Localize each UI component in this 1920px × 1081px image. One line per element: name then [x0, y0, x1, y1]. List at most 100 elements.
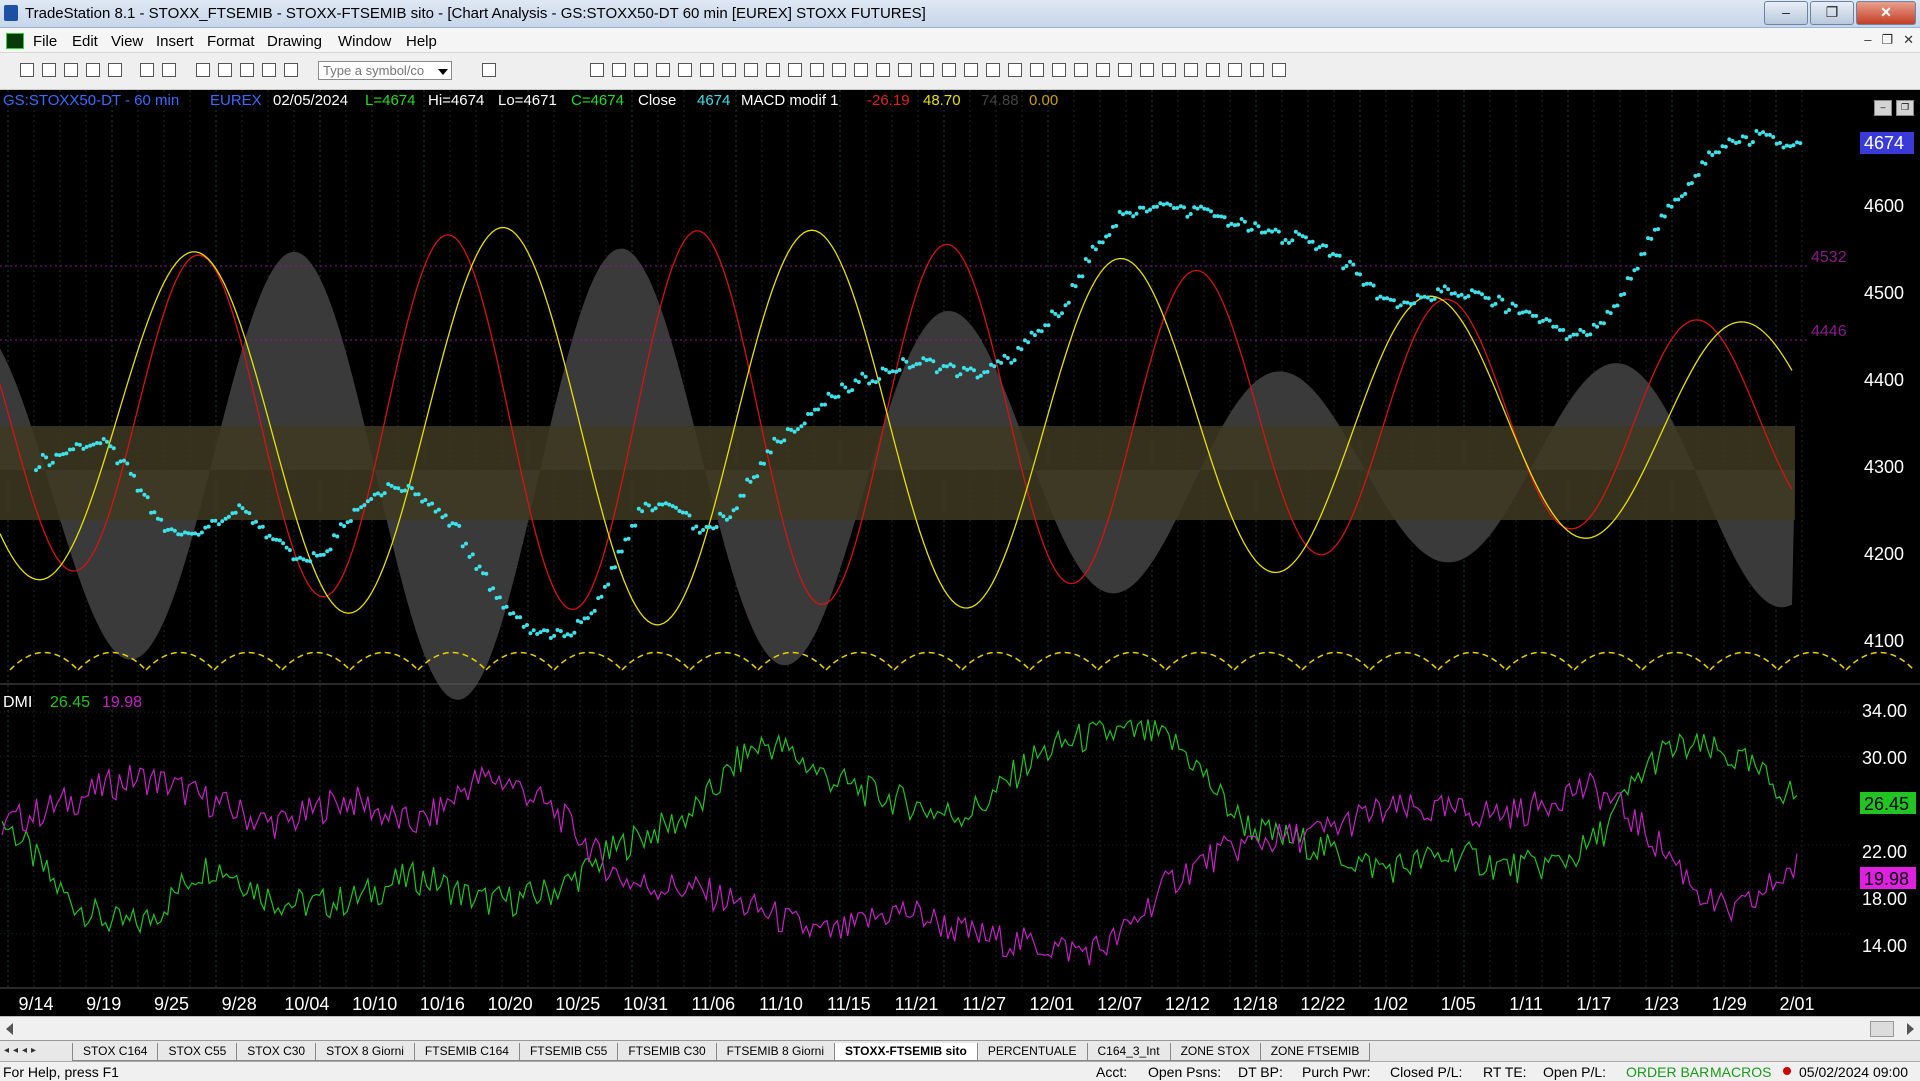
- price-point: [734, 506, 739, 511]
- circle-icon[interactable]: [1250, 63, 1264, 77]
- link-icon[interactable]: [1030, 63, 1044, 77]
- tab-ftsemib-c30[interactable]: FTSEMIB C30: [617, 1043, 717, 1061]
- chart-style-icon[interactable]: [590, 63, 604, 77]
- tab-ftsemib-8-giorni[interactable]: FTSEMIB 8 Giorni: [715, 1043, 836, 1061]
- new-icon[interactable]: [20, 63, 34, 77]
- order-bar-button[interactable]: ORDER BAR: [1626, 1064, 1709, 1080]
- price-point: [1199, 204, 1203, 209]
- lock-icon[interactable]: [240, 63, 254, 77]
- trendline-icon[interactable]: [1074, 63, 1088, 77]
- open-workspace-icon[interactable]: [64, 63, 78, 77]
- symbol-input[interactable]: [318, 61, 452, 80]
- chart-window-icon[interactable]: [6, 33, 24, 49]
- price-point: [1253, 221, 1258, 226]
- pane-minimize-button[interactable]: –: [1874, 100, 1892, 116]
- restore-button[interactable]: ❐: [1810, 1, 1854, 25]
- paint-icon[interactable]: [262, 63, 276, 77]
- tab-nav-arrows[interactable]: ◂◂◂▸: [4, 1045, 40, 1056]
- menu-window[interactable]: Window: [338, 33, 391, 50]
- print-icon[interactable]: [162, 63, 176, 77]
- arrow-icon[interactable]: [1162, 63, 1176, 77]
- tab-ftsemib-c55[interactable]: FTSEMIB C55: [518, 1043, 619, 1061]
- menu-drawing[interactable]: Drawing: [267, 33, 322, 50]
- menu-file[interactable]: File: [33, 33, 57, 50]
- tab-ftsemib-c164[interactable]: FTSEMIB C164: [413, 1043, 520, 1061]
- new-workspace-icon[interactable]: [86, 63, 100, 77]
- format-icon[interactable]: [656, 63, 670, 77]
- chart-plot[interactable]: 4532 4446 GS:STOXX50-DT - 60 min EUREX 0…: [0, 90, 1920, 1016]
- minimize-button[interactable]: –: [1764, 1, 1808, 25]
- tools-icon[interactable]: [1008, 63, 1022, 77]
- symbol-dropdown-icon[interactable]: [438, 69, 448, 75]
- pane-restore-button[interactable]: ❐: [1896, 100, 1914, 116]
- chart-window[interactable]: 4532 4446 GS:STOXX50-DT - 60 min EUREX 0…: [0, 90, 1920, 1025]
- grid-icon[interactable]: [634, 63, 648, 77]
- price-point: [1039, 329, 1044, 334]
- tab-stox-c30[interactable]: STOX C30: [236, 1043, 317, 1061]
- strategy-icon[interactable]: [700, 63, 714, 77]
- data-window-icon[interactable]: [612, 63, 626, 77]
- zoom-in-icon[interactable]: [920, 63, 934, 77]
- price-point: [924, 358, 929, 363]
- palette-icon[interactable]: [284, 63, 298, 77]
- tab-c164-3-int[interactable]: C164_3_Int: [1086, 1043, 1171, 1061]
- cut-icon[interactable]: [196, 63, 210, 77]
- save-icon[interactable]: [108, 63, 122, 77]
- price-point: [931, 359, 936, 364]
- copy-icon[interactable]: [218, 63, 232, 77]
- down-arrow-icon[interactable]: [1228, 63, 1242, 77]
- menu-insert[interactable]: Insert: [156, 33, 194, 50]
- up-arrow-icon[interactable]: [1206, 63, 1220, 77]
- compress-icon[interactable]: [876, 63, 890, 77]
- menu-edit[interactable]: Edit: [72, 33, 98, 50]
- fib-icon[interactable]: [1118, 63, 1132, 77]
- menu-view[interactable]: View: [111, 33, 143, 50]
- tab-stox-c55[interactable]: STOX C55: [157, 1043, 238, 1061]
- draw-icon[interactable]: [986, 63, 1000, 77]
- menu-format[interactable]: Format: [207, 33, 255, 50]
- candle-icon[interactable]: [788, 63, 802, 77]
- volume-icon[interactable]: [854, 63, 868, 77]
- open-icon[interactable]: [42, 63, 56, 77]
- tab-percentuale[interactable]: PERCENTUALE: [976, 1043, 1088, 1061]
- close-button[interactable]: ✕: [1856, 1, 1916, 25]
- horizontal-scrollbar[interactable]: [0, 1016, 1920, 1041]
- tab-stox-8-giorni[interactable]: STOX 8 Giorni: [315, 1043, 415, 1061]
- price-point: [1063, 303, 1068, 308]
- indicator-icon[interactable]: [678, 63, 692, 77]
- refresh-icon[interactable]: [744, 63, 758, 77]
- menu-help[interactable]: Help: [406, 33, 437, 50]
- scroll-right-icon[interactable]: [1907, 1023, 1914, 1035]
- macros-button[interactable]: MACROS: [1710, 1064, 1771, 1080]
- tab-zone-ftsemib[interactable]: ZONE FTSEMIB: [1259, 1043, 1371, 1061]
- price-point: [1446, 287, 1451, 292]
- bar-icon[interactable]: [766, 63, 780, 77]
- tab-stoxx-ftsemib-sito[interactable]: STOXX-FTSEMIB sito: [834, 1043, 978, 1061]
- print-preview-icon[interactable]: [140, 63, 154, 77]
- alert-icon[interactable]: [722, 63, 736, 77]
- mdi-minimize-button[interactable]: –: [1864, 32, 1871, 48]
- text-icon[interactable]: [1184, 63, 1198, 77]
- expand-icon[interactable]: [898, 63, 912, 77]
- mdi-restore-button[interactable]: ❐: [1881, 32, 1893, 48]
- price-point: [1385, 296, 1390, 301]
- dot-icon[interactable]: [832, 63, 846, 77]
- price-point: [460, 544, 465, 549]
- mdi-close-button[interactable]: ✕: [1903, 32, 1914, 48]
- line-icon[interactable]: [810, 63, 824, 77]
- channel-icon[interactable]: [1096, 63, 1110, 77]
- settings-icon[interactable]: [1052, 63, 1066, 77]
- symbol-lookup-icon[interactable]: [482, 63, 496, 77]
- price-point: [873, 380, 878, 385]
- price-point: [1056, 314, 1061, 319]
- scroll-thumb[interactable]: [1870, 1021, 1894, 1037]
- cursor-icon[interactable]: [964, 63, 978, 77]
- price-point: [145, 495, 150, 500]
- scroll-left-icon[interactable]: [6, 1023, 13, 1035]
- tab-stox-c164[interactable]: STOX C164: [72, 1043, 159, 1061]
- price-point: [226, 514, 231, 519]
- cycle-icon[interactable]: [1140, 63, 1154, 77]
- tab-zone-stox[interactable]: ZONE STOX: [1169, 1043, 1261, 1061]
- zoom-out-icon[interactable]: [942, 63, 956, 77]
- rectangle-icon[interactable]: [1272, 63, 1286, 77]
